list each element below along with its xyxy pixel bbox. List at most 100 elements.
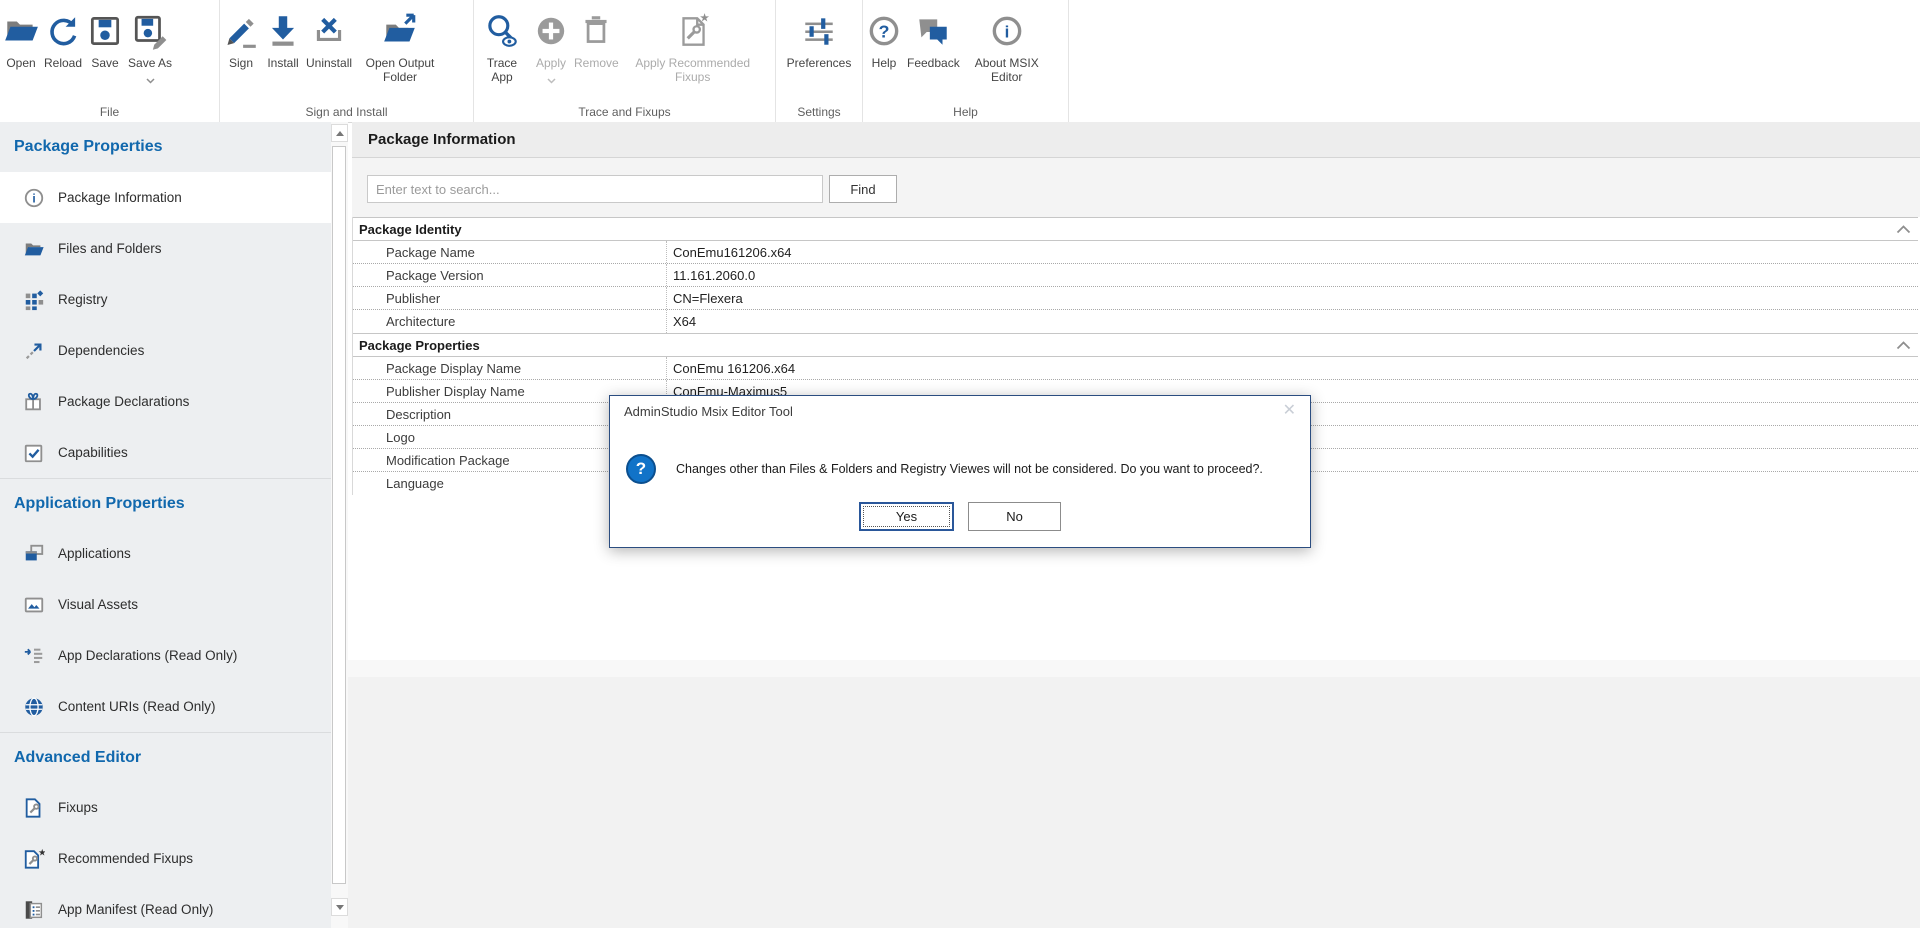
publisher-value[interactable]: CN=Flexera xyxy=(666,287,1918,309)
toolbar-group-label-file: File xyxy=(0,105,219,119)
toolbar-group-label-sign-install: Sign and Install xyxy=(220,105,473,119)
uninstall-label: Uninstall xyxy=(306,56,352,70)
install-label: Install xyxy=(267,56,298,70)
open-label: Open xyxy=(6,56,35,70)
remove-trash-icon xyxy=(577,6,615,56)
table-row: Package Version 11.161.2060.0 xyxy=(353,264,1918,287)
toolbar-group-label-help: Help xyxy=(863,105,1068,119)
package-name-value[interactable]: ConEmu161206.x64 xyxy=(666,241,1918,263)
sidebar: Package Properties i Package Information… xyxy=(0,122,331,928)
open-button[interactable]: Open xyxy=(0,6,42,70)
help-question-icon: ? xyxy=(865,6,903,56)
sidebar-item-package-declarations[interactable]: Package Declarations xyxy=(0,376,331,427)
save-as-label: Save As xyxy=(128,56,172,70)
sidebar-item-package-information[interactable]: i Package Information xyxy=(0,172,331,223)
sign-label: Sign xyxy=(229,56,253,70)
svg-text:★: ★ xyxy=(38,848,45,857)
sidebar-header-application-properties: Application Properties xyxy=(0,478,331,528)
sidebar-item-capabilities[interactable]: Capabilities xyxy=(0,427,331,478)
apply-plus-icon xyxy=(532,6,570,56)
toolbar-group-file: Open Reload Save Save As xyxy=(0,0,220,122)
package-display-name-value[interactable]: ConEmu 161206.x64 xyxy=(666,357,1918,379)
toolbar-group-label-settings: Settings xyxy=(776,105,862,119)
reload-icon xyxy=(44,6,82,56)
uninstall-x-icon xyxy=(310,6,348,56)
scrollbar-down-icon[interactable] xyxy=(331,898,348,916)
about-msix-editor-button[interactable]: i About MSIX Editor xyxy=(962,6,1052,84)
scrollbar-up-icon[interactable] xyxy=(331,124,348,142)
sidebar-item-content-uris[interactable]: Content URIs (Read Only) xyxy=(0,681,331,732)
sidebar-item-applications[interactable]: Applications xyxy=(0,528,331,579)
sidebar-header-package-properties: Package Properties xyxy=(0,122,331,172)
confirmation-dialog: AdminStudio Msix Editor Tool ✕ ? Changes… xyxy=(609,395,1311,548)
apply-label: Apply xyxy=(536,56,566,70)
preferences-button[interactable]: Preferences xyxy=(776,6,862,70)
scrollbar-thumb[interactable] xyxy=(332,146,346,884)
svg-text:★: ★ xyxy=(699,12,709,25)
sidebar-item-recommended-fixups[interactable]: ★ Recommended Fixups xyxy=(0,833,331,884)
table-row: Publisher CN=Flexera xyxy=(353,287,1918,310)
package-version-value[interactable]: 11.161.2060.0 xyxy=(666,264,1918,286)
toolbar-group-sign-install: Sign Install Uninstall Open Output Folde… xyxy=(220,0,474,122)
search-band: Find xyxy=(352,158,1920,217)
table-row: Package Display Name ConEmu 161206.x64 xyxy=(353,357,1918,380)
svg-text:i: i xyxy=(1004,22,1009,41)
open-folder-icon xyxy=(2,6,40,56)
apply-recommended-fixups-button[interactable]: ★ Apply Recommended Fixups xyxy=(621,6,765,84)
sidebar-item-dependencies[interactable]: Dependencies xyxy=(0,325,331,376)
manifest-icon xyxy=(22,898,46,922)
arrow-list-icon xyxy=(22,644,46,668)
reload-label: Reload xyxy=(44,56,82,70)
sidebar-item-visual-assets[interactable]: Visual Assets xyxy=(0,579,331,630)
globe-icon xyxy=(22,695,46,719)
sign-button[interactable]: Sign xyxy=(220,6,262,70)
remove-button[interactable]: Remove xyxy=(572,6,621,70)
feedback-label: Feedback xyxy=(907,56,960,70)
lower-band xyxy=(348,660,1920,677)
find-button[interactable]: Find xyxy=(829,175,897,203)
yes-button[interactable]: Yes xyxy=(859,502,954,531)
save-icon xyxy=(86,6,124,56)
sidebar-header-advanced-editor: Advanced Editor xyxy=(0,732,331,782)
trace-app-label: Trace App xyxy=(476,56,528,84)
folder-icon xyxy=(22,237,46,261)
architecture-value[interactable]: X64 xyxy=(666,310,1918,333)
open-output-folder-button[interactable]: Open Output Folder xyxy=(354,6,446,84)
feedback-button[interactable]: Feedback xyxy=(905,6,962,70)
msix-editor-window: Open Reload Save Save As xyxy=(0,0,1920,928)
sidebar-item-files-and-folders[interactable]: Files and Folders xyxy=(0,223,331,274)
section-header-package-identity[interactable]: Package Identity xyxy=(353,217,1918,241)
install-button[interactable]: Install xyxy=(262,6,304,70)
close-icon[interactable]: ✕ xyxy=(1283,400,1296,420)
page-title: Package Information xyxy=(368,122,516,157)
uninstall-button[interactable]: Uninstall xyxy=(304,6,354,70)
search-input[interactable] xyxy=(367,175,823,203)
recommended-fixups-icon: ★ xyxy=(674,6,712,56)
toolbar-group-trace-fixups: Trace App Apply Remove ★ xyxy=(474,0,776,122)
wrench-star-page-icon: ★ xyxy=(22,847,46,871)
about-msix-editor-label: About MSIX Editor xyxy=(964,56,1050,84)
feedback-bubble-icon xyxy=(914,6,952,56)
preferences-label: Preferences xyxy=(787,56,852,70)
sidebar-item-fixups[interactable]: Fixups xyxy=(0,782,331,833)
dependencies-arrow-icon xyxy=(22,339,46,363)
section-header-package-properties[interactable]: Package Properties xyxy=(353,333,1918,357)
help-button[interactable]: ? Help xyxy=(863,6,905,70)
save-button[interactable]: Save xyxy=(84,6,126,70)
apply-button[interactable]: Apply xyxy=(530,6,572,89)
toolbar: Open Reload Save Save As xyxy=(0,0,1920,123)
sidebar-item-app-manifest[interactable]: App Manifest (Read Only) xyxy=(0,884,331,928)
collapse-chevron-icon[interactable] xyxy=(1888,341,1918,350)
about-info-icon: i xyxy=(988,6,1026,56)
trace-app-button[interactable]: Trace App xyxy=(474,6,530,84)
sidebar-scrollbar xyxy=(331,122,348,928)
sidebar-item-registry[interactable]: Registry xyxy=(0,274,331,325)
reload-button[interactable]: Reload xyxy=(42,6,84,70)
dialog-message: Changes other than Files & Folders and R… xyxy=(676,462,1263,476)
sidebar-item-app-declarations[interactable]: App Declarations (Read Only) xyxy=(0,630,331,681)
chevron-down-icon[interactable] xyxy=(146,71,155,89)
no-button[interactable]: No xyxy=(968,502,1061,531)
output-folder-arrow-icon xyxy=(381,6,419,56)
collapse-chevron-icon[interactable] xyxy=(1888,225,1918,234)
save-as-button[interactable]: Save As xyxy=(126,6,174,89)
